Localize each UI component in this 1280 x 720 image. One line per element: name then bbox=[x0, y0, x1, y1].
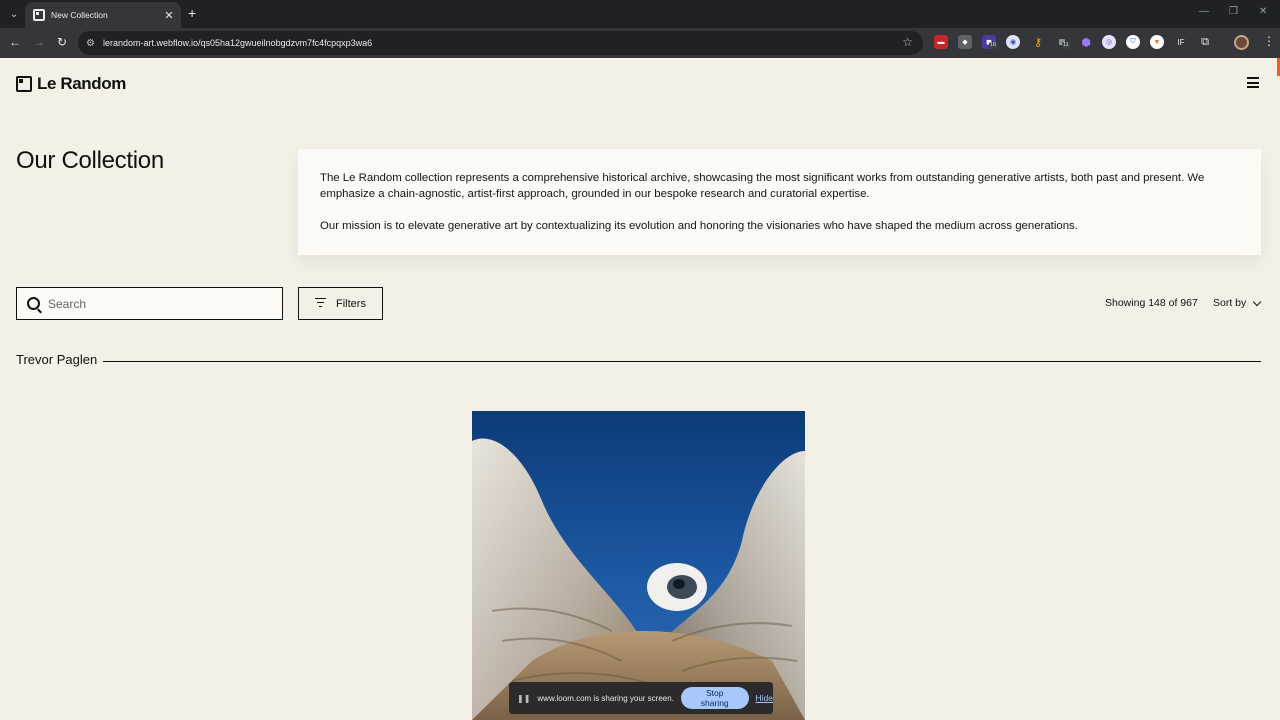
back-icon[interactable]: ← bbox=[9, 35, 21, 49]
site-logo[interactable]: Le Random bbox=[16, 74, 126, 94]
intro-paragraph-2: Our mission is to elevate generative art… bbox=[320, 220, 1078, 232]
le-random-logo-icon bbox=[16, 76, 32, 92]
extension-chat-icon[interactable]: ◎ bbox=[1102, 35, 1116, 49]
tab-close-icon[interactable]: ✕ bbox=[163, 9, 175, 22]
screen-share-bar: ❚❚ www.loom.com is sharing your screen. … bbox=[509, 682, 773, 714]
extension-blue-shield-icon[interactable]: ⛉ bbox=[1126, 35, 1140, 49]
filters-button[interactable]: Filters bbox=[298, 287, 383, 320]
extension-purple-icon[interactable]: ◼16 bbox=[982, 35, 998, 49]
artwork-image[interactable] bbox=[472, 411, 805, 720]
section-divider bbox=[103, 361, 1261, 362]
address-bar[interactable]: ⚙ lerandom-art.webflow.io/qs05ha12gwueil… bbox=[78, 31, 923, 55]
sort-by-dropdown[interactable]: Sort by bbox=[1213, 297, 1262, 309]
restore-icon[interactable]: ❐ bbox=[1229, 6, 1238, 17]
logo-text: Le Random bbox=[37, 74, 126, 93]
sort-by-label: Sort by bbox=[1213, 297, 1247, 309]
tab-title: New Collection bbox=[51, 10, 108, 20]
profile-avatar[interactable] bbox=[1234, 35, 1249, 50]
browser-menu-icon[interactable]: ⋮ bbox=[1263, 34, 1275, 48]
bookmark-star-icon[interactable]: ☆ bbox=[902, 35, 913, 49]
extension-key-icon[interactable]: ⚷ bbox=[1031, 35, 1045, 49]
minimize-icon[interactable]: — bbox=[1199, 6, 1209, 17]
browser-toolbar: ← → ↻ ⚙ lerandom-art.webflow.io/qs05ha12… bbox=[0, 28, 1280, 58]
url-text[interactable]: lerandom-art.webflow.io/qs05ha12gwueilno… bbox=[103, 38, 372, 48]
extension-red-icon[interactable]: ▬ bbox=[934, 35, 948, 49]
search-icon bbox=[27, 297, 40, 310]
chevron-down-icon bbox=[1253, 297, 1262, 306]
filters-label: Filters bbox=[336, 297, 366, 310]
site-info-icon[interactable]: ⚙ bbox=[86, 38, 95, 49]
artwork-bird-illustration bbox=[472, 411, 805, 720]
filter-icon bbox=[315, 297, 327, 310]
extension-shield-icon[interactable]: ◆ bbox=[958, 35, 972, 49]
extension-chart-icon[interactable]: ▥11 bbox=[1055, 35, 1070, 49]
browser-tabstrip: ⌄ New Collection ✕ + — ❐ ✕ bbox=[0, 0, 1280, 28]
drag-handle-icon[interactable]: ❚❚ bbox=[517, 694, 530, 703]
new-tab-icon[interactable]: + bbox=[188, 5, 196, 21]
extension-globe-icon[interactable]: ◉ bbox=[1006, 35, 1020, 49]
extensions-puzzle-icon[interactable]: ⧉ bbox=[1198, 35, 1212, 49]
search-input[interactable] bbox=[48, 296, 248, 311]
metamask-fox-icon[interactable]: ▼ bbox=[1150, 35, 1164, 49]
results-count: Showing 148 of 967 bbox=[1105, 297, 1198, 309]
browser-tab-active[interactable]: New Collection ✕ bbox=[25, 2, 181, 28]
extension-if-icon[interactable]: IF bbox=[1174, 35, 1188, 49]
extension-hex-shield-icon[interactable]: ⬢ bbox=[1079, 35, 1093, 49]
window-close-icon[interactable]: ✕ bbox=[1259, 6, 1267, 17]
forward-icon[interactable]: → bbox=[33, 35, 45, 49]
tab-search-chevron-icon[interactable]: ⌄ bbox=[5, 5, 23, 23]
artist-heading: Trevor Paglen bbox=[16, 352, 98, 367]
share-message: www.loom.com is sharing your screen. bbox=[537, 693, 674, 703]
stop-sharing-button[interactable]: Stop sharing bbox=[680, 687, 749, 709]
hide-link[interactable]: Hide bbox=[756, 693, 773, 703]
hamburger-menu-icon[interactable] bbox=[1247, 77, 1259, 91]
reload-icon[interactable]: ↻ bbox=[57, 35, 67, 49]
intro-paragraph-1: The Le Random collection represents a co… bbox=[320, 172, 1205, 200]
webflow-favicon-icon bbox=[33, 9, 45, 21]
page-title: Our Collection bbox=[16, 147, 164, 174]
intro-card: The Le Random collection represents a co… bbox=[298, 149, 1261, 255]
search-box[interactable] bbox=[16, 287, 283, 320]
